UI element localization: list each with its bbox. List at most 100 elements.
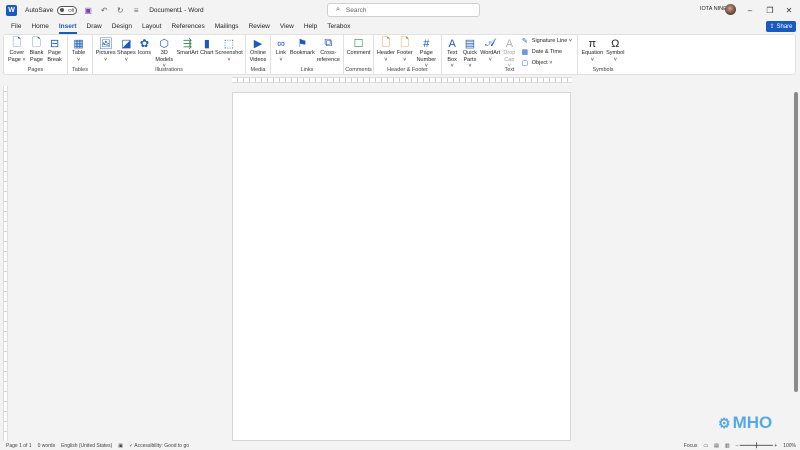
focus-label: Focus (683, 442, 698, 449)
signature-line-button[interactable]: ✎ Signature Line ˅ (521, 36, 572, 45)
tab-terabox[interactable]: Terabox (322, 20, 355, 34)
ribbon-tabs: File Home Insert Draw Design Layout Refe… (0, 20, 800, 34)
autosave-state: Off (68, 7, 75, 13)
close-icon[interactable]: ✕ (783, 4, 795, 16)
tab-home[interactable]: Home (26, 20, 53, 34)
group-label-symbols: Symbols (592, 67, 614, 73)
tab-mailings[interactable]: Mailings (210, 20, 244, 34)
restore-icon[interactable]: ❐ (764, 4, 776, 16)
document-page[interactable] (232, 92, 571, 441)
ribbon: 🗋 Cover Page ˅ 🗋 Blank Page ⊟ Page Break Pa… (3, 34, 796, 75)
date-time-button[interactable]: ▦ Date & Time (521, 47, 572, 56)
group-media: ▶ Online Videos Media (246, 35, 271, 74)
header-label: Header ˅ (376, 50, 395, 63)
pictures-label: Pictures ˅ (95, 50, 116, 63)
page-count[interactable]: Page 1 of 1 (6, 443, 32, 449)
read-mode-icon[interactable]: ▭ (703, 443, 708, 449)
group-links: ∞ Link ˅ ⚑ Bookmark ⧉ Cross- reference Link… (271, 35, 344, 74)
ruler-ticks (232, 78, 572, 82)
web-layout-icon[interactable]: ▥ (725, 443, 730, 449)
smartart-icon: ⇶ (182, 38, 193, 50)
language[interactable]: English (United States) (61, 443, 112, 449)
omega-icon: Ω (611, 37, 620, 50)
blank-page-icon: 🗋 (32, 37, 41, 49)
redo-icon[interactable]: ↻ (115, 5, 125, 15)
horizontal-ruler[interactable] (232, 77, 572, 83)
object-button[interactable]: ▢ Object ˅ (521, 58, 572, 67)
group-label-tables: Tables (72, 67, 88, 73)
watermark: ⚙ MHO (718, 413, 772, 433)
cross-reference-label: Cross- reference (316, 50, 340, 63)
tab-insert[interactable]: Insert (54, 20, 82, 34)
comment-label: Comment (346, 50, 371, 56)
tab-draw[interactable]: Draw (82, 20, 107, 34)
signature-line-icon: ✎ (521, 37, 528, 45)
bookmark-icon: ⚑ (297, 38, 308, 50)
comment-icon: ☐ (353, 38, 364, 50)
chart-icon: ▮ (203, 38, 210, 50)
group-label-media: Media (250, 67, 266, 73)
group-text: A Text Box ˅ ▤ Quick Parts ˅ 𝒜 WordArt ˅ AD… (442, 35, 578, 74)
tab-references[interactable]: References (166, 20, 209, 34)
zoom-slider[interactable]: – ━━━━━╋━━━━━ + (736, 443, 778, 449)
document-title: Document1 - Word (149, 6, 204, 14)
drop-cap-icon: A (505, 37, 514, 50)
proofing-icon[interactable]: ▣ (118, 443, 123, 449)
tab-file[interactable]: File (6, 20, 26, 34)
cover-page-icon: 🗋 (12, 37, 22, 49)
search-input[interactable]: ⌕ Search (327, 3, 480, 17)
customize-qat-icon[interactable]: ≡ (131, 5, 141, 15)
share-label: Share (776, 23, 793, 30)
equation-label: Equation ˅ (581, 50, 604, 63)
bookmark-label: Bookmark (289, 50, 315, 56)
ruler-ticks (4, 86, 7, 441)
accessibility-status[interactable]: ✓ Accessibility: Good to go (129, 443, 189, 449)
header-icon: 🗋 (381, 37, 391, 49)
save-icon[interactable]: ▣ (83, 5, 93, 15)
shapes-label: Shapes ˅ (117, 50, 136, 63)
group-label-illustrations: Illustrations (155, 67, 183, 73)
footer-icon: 🗋 (400, 37, 410, 49)
scrollbar-thumb[interactable] (794, 92, 798, 392)
tab-layout[interactable]: Layout (137, 20, 167, 34)
text-box-icon: A (448, 37, 456, 50)
object-icon: ▢ (521, 59, 529, 67)
icons-label: Icons (137, 50, 152, 56)
group-label-links: Links (300, 67, 314, 73)
word-logo-icon: W (6, 4, 17, 16)
autosave-label: AutoSave (25, 6, 54, 14)
undo-icon[interactable]: ↶ (99, 5, 109, 15)
focus-button[interactable]: Focus (684, 443, 698, 449)
search-icon: ⌕ (336, 6, 340, 13)
footer-label: Footer ˅ (396, 50, 413, 63)
minimize-icon[interactable]: – (744, 4, 756, 16)
tab-design[interactable]: Design (107, 20, 137, 34)
avatar[interactable] (725, 4, 736, 15)
vertical-scrollbar[interactable] (793, 84, 799, 441)
share-button[interactable]: ⇪ Share (766, 21, 796, 32)
group-tables: ▦ Table ˅ Tables (68, 35, 93, 74)
pictures-icon: 🖼 (98, 38, 113, 50)
zoom-level[interactable]: 100% (783, 443, 796, 449)
watermark-text: MHO (732, 413, 773, 432)
autosave-toggle[interactable]: Off (57, 5, 78, 15)
signature-line-label: Signature Line ˅ (531, 37, 572, 44)
tab-help[interactable]: Help (299, 20, 322, 34)
online-video-icon: ▶ (253, 38, 263, 50)
wordart-label: WordArt ˅ (480, 50, 501, 63)
link-icon: ∞ (277, 37, 285, 50)
word-count[interactable]: 0 words (38, 443, 56, 449)
screenshot-label: Screenshot ˅ (215, 50, 243, 63)
tab-view[interactable]: View (275, 20, 299, 34)
vertical-ruler[interactable] (3, 86, 8, 441)
tab-review[interactable]: Review (244, 20, 275, 34)
object-label: Object ˅ (531, 59, 553, 66)
group-illustrations: 🖼 Pictures ˅ ◪ Shapes ˅ ✿ Icons ⬡ 3D Models … (93, 35, 246, 74)
smartart-label: SmartArt (176, 50, 199, 56)
cube-icon: ⬡ (159, 38, 170, 50)
print-layout-icon[interactable]: ▤ (714, 443, 719, 449)
chart-label: Chart (200, 50, 214, 56)
group-label-comments: Comments (345, 67, 372, 73)
status-bar: Page 1 of 1 0 words English (United Stat… (0, 441, 800, 450)
group-header-footer: 🗋 Header ˅ 🗋 Footer ˅ # Page Number ˅ Heade… (374, 35, 442, 74)
